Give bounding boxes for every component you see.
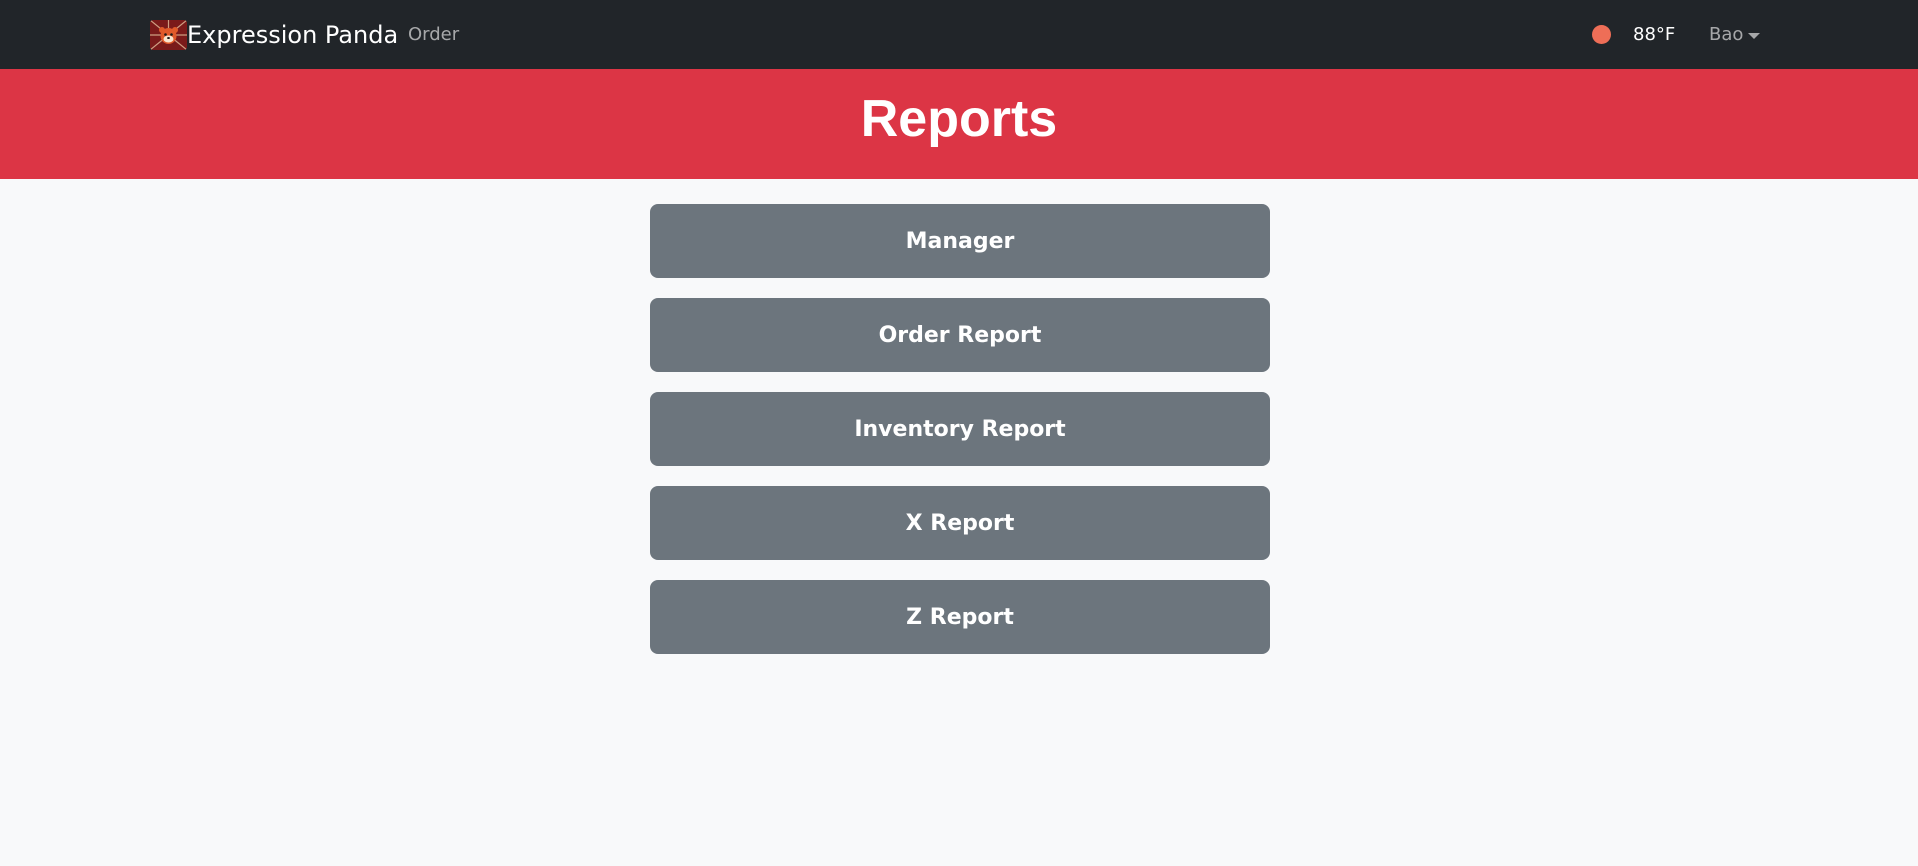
manager-button[interactable]: Manager [650,204,1270,278]
order-report-button[interactable]: Order Report [650,298,1270,372]
page-title: Reports [860,90,1058,148]
user-dropdown-toggle[interactable]: Bao [1709,0,1761,69]
top-navbar: Expression Panda Order 88°F Bao [0,0,1918,69]
nav-link-order[interactable]: Order [408,0,459,69]
report-button-list: Manager Order Report Inventory Report X … [650,204,1270,674]
user-name: Bao [1709,24,1744,45]
brand-name: Expression Panda [187,20,399,49]
weather-widget: 88°F [1592,0,1675,69]
x-report-button[interactable]: X Report [650,486,1270,560]
inventory-report-button[interactable]: Inventory Report [650,392,1270,466]
weather-status-dot-icon [1592,25,1611,44]
panda-logo-icon [150,19,187,50]
weather-temperature: 88°F [1633,24,1676,45]
page-banner: Reports [0,69,1918,179]
caret-down-icon [1748,32,1761,39]
brand-link[interactable]: Expression Panda [150,0,398,69]
z-report-button[interactable]: Z Report [650,580,1270,654]
